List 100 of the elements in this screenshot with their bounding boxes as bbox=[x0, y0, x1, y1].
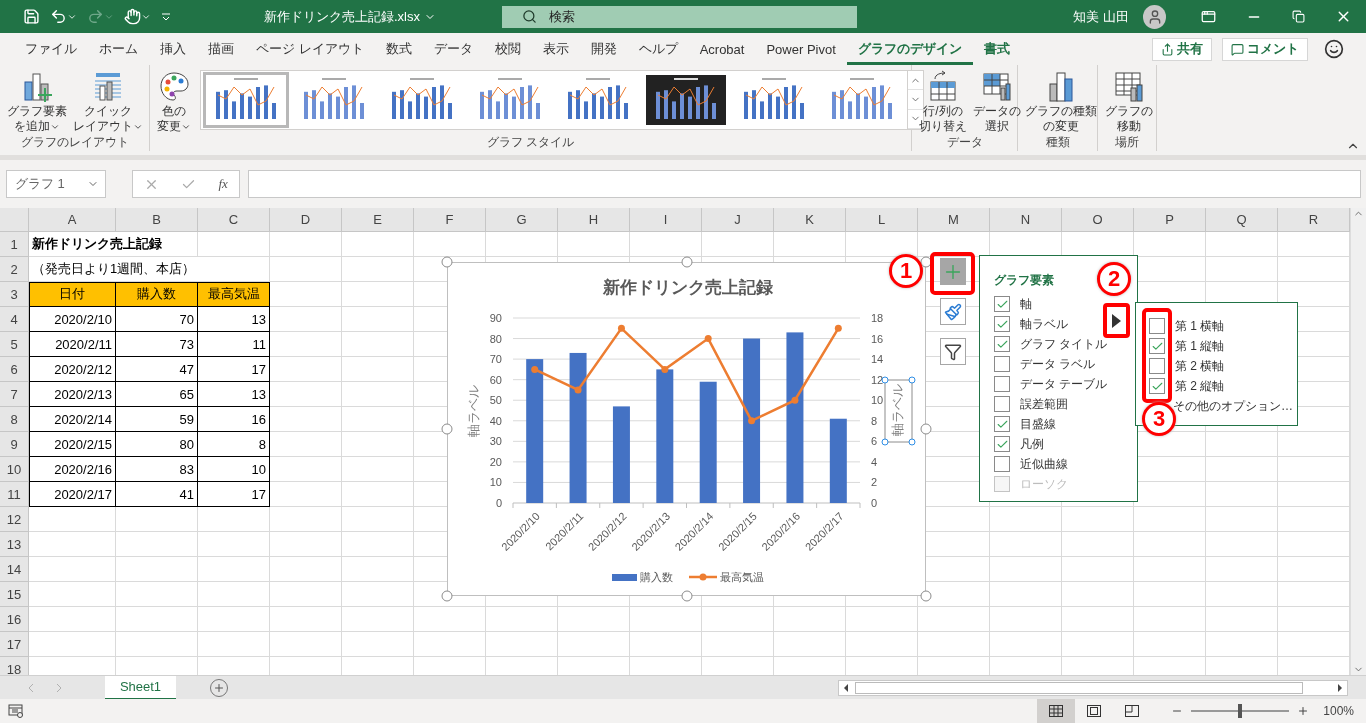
column-header[interactable]: B bbox=[116, 208, 198, 232]
checkbox[interactable] bbox=[1149, 338, 1165, 354]
chart-style-thumbnail[interactable] bbox=[203, 72, 289, 128]
share-button[interactable]: 共有 bbox=[1152, 37, 1212, 61]
resize-handle[interactable] bbox=[920, 590, 932, 602]
ribbon-tab[interactable]: ファイル bbox=[14, 33, 88, 65]
checkbox[interactable] bbox=[994, 376, 1010, 392]
chart-style-thumbnail[interactable] bbox=[643, 72, 729, 128]
zoom-in-icon[interactable] bbox=[1297, 705, 1310, 717]
column-header[interactable]: M bbox=[918, 208, 990, 232]
chart-side-button[interactable] bbox=[940, 338, 966, 365]
checkbox[interactable] bbox=[1149, 358, 1165, 374]
resize-handle[interactable] bbox=[441, 423, 453, 435]
column-header[interactable]: O bbox=[1062, 208, 1134, 232]
submenu-arrow-button[interactable] bbox=[1103, 303, 1130, 338]
column-header[interactable]: D bbox=[270, 208, 342, 232]
chart-side-button[interactable] bbox=[940, 298, 966, 325]
row-header[interactable]: 2 bbox=[0, 257, 29, 282]
ribbon-tab[interactable]: データ bbox=[422, 33, 484, 65]
selection-handle[interactable] bbox=[908, 376, 916, 384]
row-header[interactable]: 17 bbox=[0, 632, 29, 657]
column-header[interactable]: L bbox=[846, 208, 918, 232]
avatar-icon[interactable] bbox=[1143, 4, 1167, 29]
row-header[interactable]: 9 bbox=[0, 432, 29, 457]
selection-handle[interactable] bbox=[881, 438, 889, 446]
checkbox[interactable] bbox=[1149, 378, 1165, 394]
ribbon-tab[interactable]: 開発 bbox=[579, 33, 628, 65]
checkbox[interactable] bbox=[1149, 318, 1165, 334]
more-options-link[interactable]: その他のオプション… bbox=[1173, 396, 1293, 416]
ribbon-tab[interactable]: Power Pivot bbox=[755, 33, 847, 65]
column-header[interactable]: K bbox=[774, 208, 846, 232]
checkbox[interactable] bbox=[994, 356, 1010, 372]
ribbon-tab[interactable]: 書式 bbox=[972, 33, 1021, 65]
row-header[interactable]: 11 bbox=[0, 482, 29, 507]
row-header[interactable]: 7 bbox=[0, 382, 29, 407]
row-header[interactable]: 13 bbox=[0, 532, 29, 557]
row-header[interactable]: 10 bbox=[0, 457, 29, 482]
ribbon-button[interactable]: グラフ要素 を追加 bbox=[4, 70, 70, 134]
row-header[interactable]: 3 bbox=[0, 282, 29, 307]
zoom-slider-thumb[interactable] bbox=[1238, 704, 1243, 718]
row-header[interactable]: 15 bbox=[0, 582, 29, 607]
scroll-right-icon[interactable] bbox=[1336, 682, 1344, 693]
checkbox[interactable] bbox=[994, 336, 1010, 352]
checkbox[interactable] bbox=[994, 416, 1010, 432]
column-header[interactable]: I bbox=[630, 208, 702, 232]
macro-recording-icon[interactable] bbox=[8, 704, 24, 718]
column-header[interactable]: G bbox=[486, 208, 558, 232]
column-header[interactable]: A bbox=[29, 208, 116, 232]
ribbon-tab[interactable]: ホーム bbox=[88, 33, 149, 65]
row-header[interactable]: 18 bbox=[0, 657, 29, 675]
row-header[interactable]: 8 bbox=[0, 407, 29, 432]
resize-handle[interactable] bbox=[681, 590, 692, 602]
column-header[interactable]: F bbox=[414, 208, 486, 232]
checkbox[interactable] bbox=[994, 396, 1010, 412]
checkbox[interactable] bbox=[994, 316, 1010, 332]
column-header[interactable]: P bbox=[1134, 208, 1206, 232]
resize-handle[interactable] bbox=[920, 423, 932, 435]
ribbon-tab[interactable]: Acrobat bbox=[688, 33, 756, 65]
formula-input[interactable] bbox=[248, 170, 1361, 198]
row-header[interactable]: 5 bbox=[0, 332, 29, 357]
column-header[interactable]: R bbox=[1278, 208, 1350, 232]
ribbon-button[interactable]: グラフの種類 の変更 bbox=[1022, 70, 1100, 134]
search-field[interactable]: 検索 bbox=[502, 5, 858, 28]
comment-button[interactable]: コメント bbox=[1222, 37, 1308, 61]
column-header[interactable]: N bbox=[990, 208, 1062, 232]
column-header[interactable]: J bbox=[702, 208, 774, 232]
column-header[interactable]: E bbox=[342, 208, 414, 232]
ribbon-button[interactable]: 行/列の 切り替え bbox=[916, 70, 970, 134]
ribbon-tab[interactable]: ヘルプ bbox=[627, 33, 689, 65]
ribbon-tab[interactable]: 表示 bbox=[531, 33, 580, 65]
horizontal-scrollbar[interactable] bbox=[838, 679, 1348, 696]
ribbon-tab[interactable]: 描画 bbox=[197, 33, 245, 65]
checkbox[interactable] bbox=[994, 456, 1010, 472]
scrollbar-thumb[interactable] bbox=[855, 681, 1303, 694]
checkbox[interactable] bbox=[994, 296, 1010, 312]
insert-function-button[interactable]: fx bbox=[218, 176, 228, 192]
view-button[interactable] bbox=[1037, 699, 1076, 723]
row-header[interactable]: 1 bbox=[0, 232, 29, 257]
row-header[interactable]: 4 bbox=[0, 307, 29, 332]
ribbon-tab[interactable]: 校閲 bbox=[483, 33, 532, 65]
column-header[interactable]: H bbox=[558, 208, 630, 232]
sheet-tab[interactable]: Sheet1 bbox=[105, 675, 176, 700]
checkbox[interactable] bbox=[994, 436, 1010, 452]
selection-handle[interactable] bbox=[908, 438, 916, 446]
selection-handle[interactable] bbox=[881, 376, 889, 384]
row-header[interactable]: 6 bbox=[0, 357, 29, 382]
row-header[interactable]: 14 bbox=[0, 557, 29, 582]
resize-handle[interactable] bbox=[441, 590, 453, 602]
zoom-level[interactable]: 100% bbox=[1323, 704, 1354, 718]
ribbon-tab[interactable]: 挿入 bbox=[149, 33, 197, 65]
row-header[interactable]: 12 bbox=[0, 507, 29, 532]
name-box[interactable]: グラフ 1 bbox=[6, 170, 106, 198]
ribbon-tab[interactable]: 数式 bbox=[374, 33, 423, 65]
resize-handle[interactable] bbox=[681, 256, 692, 268]
resize-handle[interactable] bbox=[441, 256, 453, 268]
ribbon-button[interactable]: グラフの 移動 bbox=[1102, 70, 1156, 134]
ribbon-button[interactable]: クイック レイアウト bbox=[70, 70, 146, 134]
column-header[interactable]: Q bbox=[1206, 208, 1278, 232]
ribbon-button[interactable]: データの 選択 bbox=[970, 70, 1024, 134]
column-header[interactable]: C bbox=[198, 208, 270, 232]
